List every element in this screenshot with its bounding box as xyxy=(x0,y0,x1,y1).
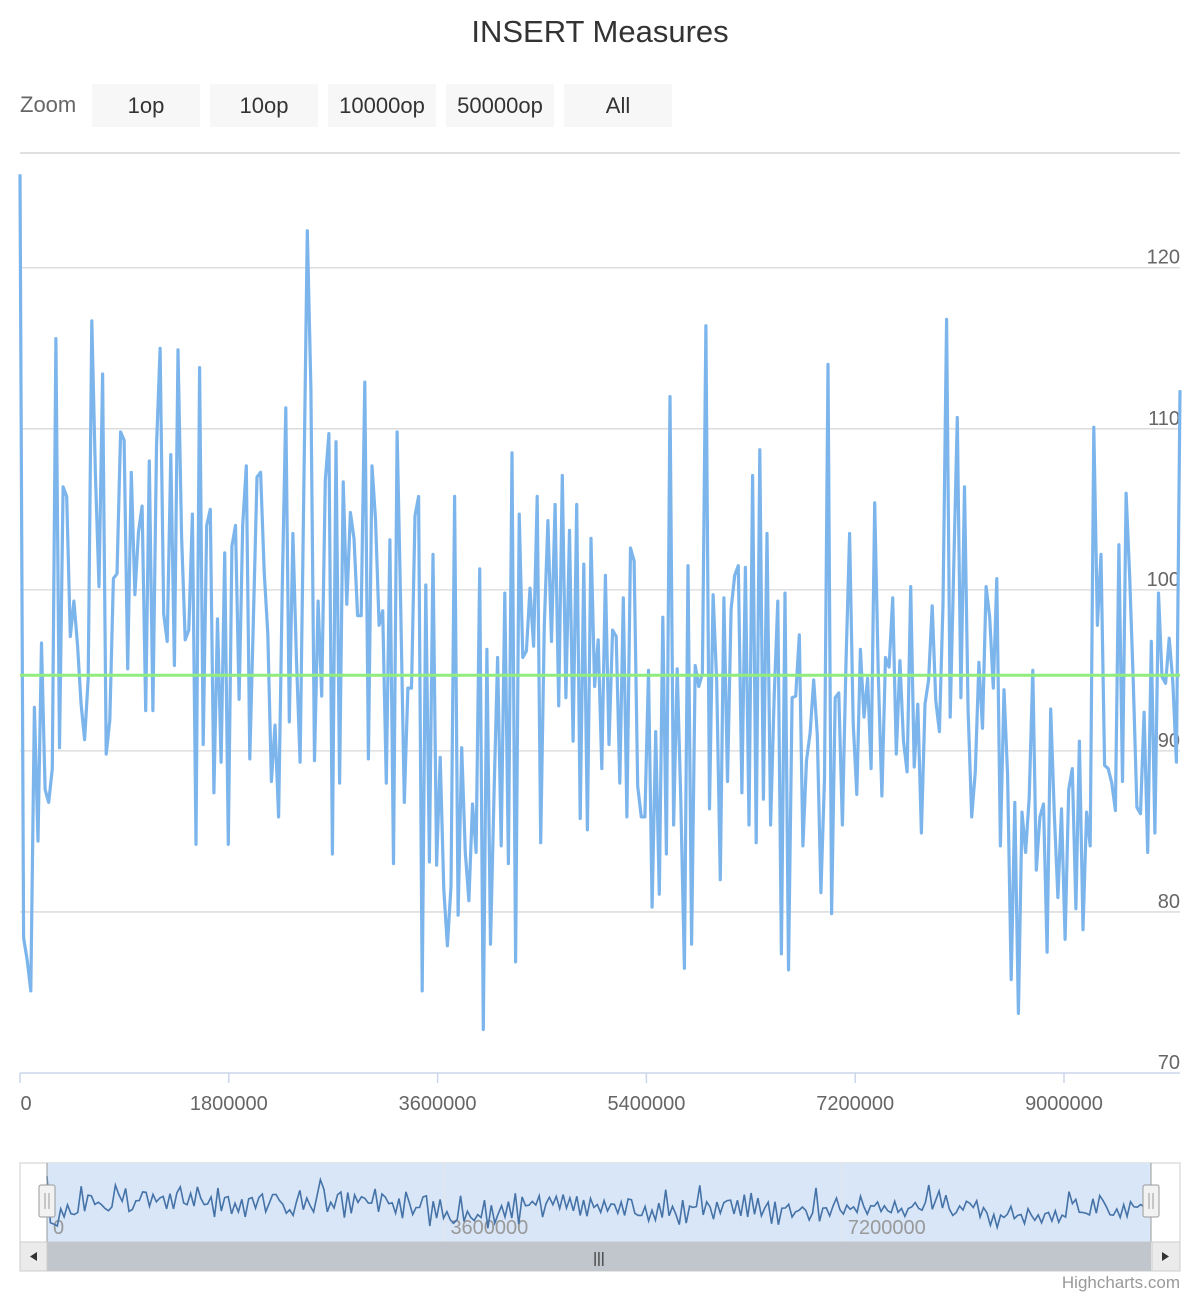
navigator-x-label: 7200000 xyxy=(848,1217,926,1239)
y-tick-label: 80 xyxy=(1158,891,1180,913)
navigator-left-handle[interactable] xyxy=(38,1184,56,1218)
y-tick-label: 70 xyxy=(1158,1052,1180,1074)
navigator-right-handle[interactable] xyxy=(1142,1184,1160,1218)
x-tick-label: 3600000 xyxy=(399,1093,477,1115)
y-tick-label: 100 xyxy=(1147,569,1180,591)
x-tick-label: 7200000 xyxy=(816,1093,894,1115)
scrollbar-grip-icon: ||| xyxy=(593,1250,605,1267)
x-tick-label: 1800000 xyxy=(190,1093,268,1115)
credits-link[interactable]: Highcharts.com xyxy=(1062,1273,1180,1293)
x-tick-label: 0 xyxy=(20,1093,31,1115)
y-tick-label: 110 xyxy=(1148,408,1180,430)
x-tick-label: 9000000 xyxy=(1025,1093,1103,1115)
y-tick-label: 120 xyxy=(1147,247,1180,269)
chart-canvas: 7080901001101200 1800000 3600000 5400000 720… xyxy=(18,174,1182,1272)
series-line-insert-measures xyxy=(18,174,1182,1032)
x-tick-label: 5400000 xyxy=(607,1093,685,1115)
